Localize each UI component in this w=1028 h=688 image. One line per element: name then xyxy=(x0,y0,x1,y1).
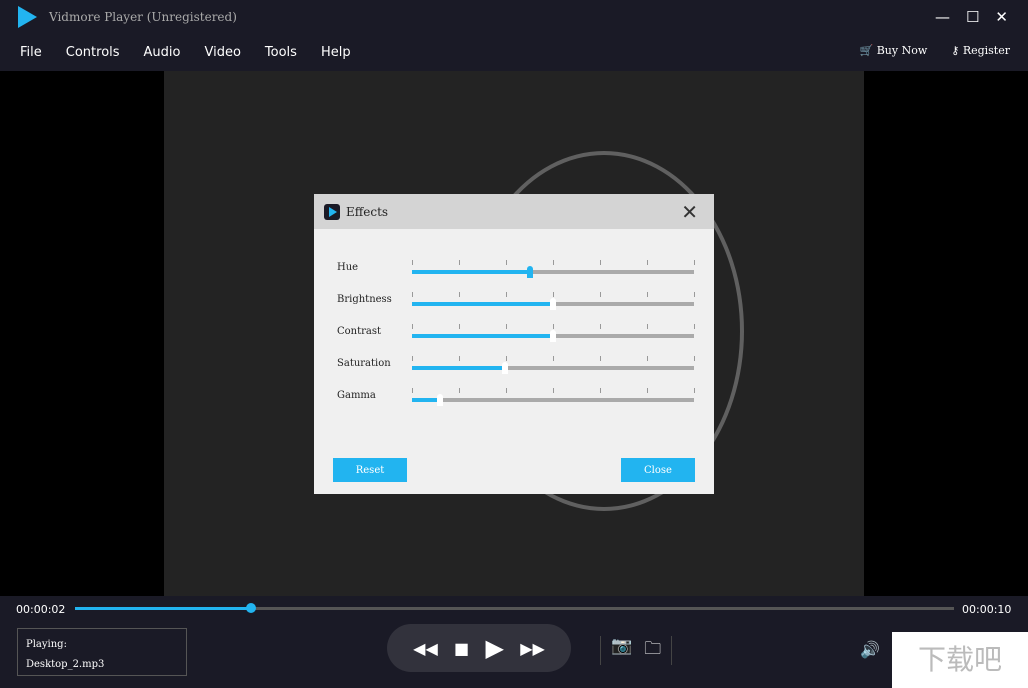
current-time: 00:00:02 xyxy=(16,603,66,616)
dialog-title: Effects xyxy=(346,204,389,219)
buy-now-button[interactable]: 🛒 Buy Now xyxy=(860,44,928,57)
progress-bar[interactable] xyxy=(75,603,954,613)
register-button[interactable]: ⚷ Register xyxy=(951,44,1010,57)
fast-forward-icon[interactable]: ▶▶ xyxy=(520,639,545,658)
slider-thumb[interactable] xyxy=(437,394,444,406)
title-bar: Vidmore Player (Unregistered) — ☐ ✕ xyxy=(0,0,1028,34)
slider-row-saturation: Saturation xyxy=(314,356,714,376)
stop-icon[interactable]: ■ xyxy=(454,639,469,658)
snapshot-camera-icon[interactable]: 📷 xyxy=(611,636,632,665)
menu-help[interactable]: Help xyxy=(321,45,351,60)
slider-row-gamma: Gamma xyxy=(314,388,714,408)
watermark: 下载吧 xyxy=(892,632,1028,688)
menu-controls[interactable]: Controls xyxy=(66,45,120,60)
cart-icon: 🛒 xyxy=(859,44,877,57)
file-name: Desktop_2.mp3 xyxy=(26,659,105,670)
contrast-slider[interactable] xyxy=(412,330,694,342)
slider-label: Saturation xyxy=(337,358,391,369)
rewind-icon[interactable]: ◀◀ xyxy=(413,639,438,658)
hue-slider[interactable] xyxy=(412,266,694,278)
total-time: 00:00:10 xyxy=(962,603,1012,616)
app-logo-icon xyxy=(324,203,340,220)
slider-ticks xyxy=(412,388,695,394)
effects-dialog: Effects ✕ Hue Brightness Contrast Satura… xyxy=(314,194,714,494)
open-folder-icon[interactable]: 🗀 xyxy=(644,636,661,665)
slider-thumb[interactable] xyxy=(502,362,509,374)
menu-bar: File Controls Audio Video Tools Help 🛒 B… xyxy=(0,34,1028,70)
maximize-icon[interactable]: ☐ xyxy=(966,8,979,26)
playing-label: Playing: xyxy=(26,639,67,650)
slider-row-contrast: Contrast xyxy=(314,324,714,344)
play-icon[interactable]: ▶ xyxy=(485,634,503,662)
saturation-slider[interactable] xyxy=(412,362,694,374)
progress-thumb[interactable] xyxy=(245,603,256,613)
slider-thumb[interactable] xyxy=(527,266,534,278)
menu-video[interactable]: Video xyxy=(204,45,240,60)
close-button[interactable]: Close xyxy=(621,458,695,482)
menu-tools[interactable]: Tools xyxy=(265,45,297,60)
close-icon[interactable]: ✕ xyxy=(995,8,1008,26)
slider-label: Hue xyxy=(337,262,359,273)
playback-controls: ◀◀ ■ ▶ ▶▶ xyxy=(387,624,571,672)
slider-thumb[interactable] xyxy=(550,330,556,342)
slider-label: Gamma xyxy=(337,390,376,401)
slider-label: Brightness xyxy=(337,294,392,305)
slider-row-hue: Hue xyxy=(314,260,714,280)
brightness-slider[interactable] xyxy=(412,298,694,310)
slider-ticks xyxy=(412,356,695,362)
slider-ticks xyxy=(412,260,695,266)
now-playing-box: Playing: Desktop_2.mp3 xyxy=(17,628,187,676)
reset-button[interactable]: Reset xyxy=(333,458,407,482)
dialog-close-icon[interactable]: ✕ xyxy=(681,200,698,224)
key-icon: ⚷ xyxy=(951,44,963,57)
app-logo-icon xyxy=(18,6,37,28)
slider-row-brightness: Brightness xyxy=(314,292,714,312)
slider-thumb[interactable] xyxy=(550,298,556,310)
gamma-slider[interactable] xyxy=(412,394,694,406)
slider-label: Contrast xyxy=(337,326,382,337)
window-title: Vidmore Player (Unregistered) xyxy=(49,10,237,24)
menu-audio[interactable]: Audio xyxy=(144,45,181,60)
menu-file[interactable]: File xyxy=(20,45,42,60)
volume-icon[interactable]: 🔊 xyxy=(860,640,880,659)
minimize-icon[interactable]: — xyxy=(935,8,950,26)
